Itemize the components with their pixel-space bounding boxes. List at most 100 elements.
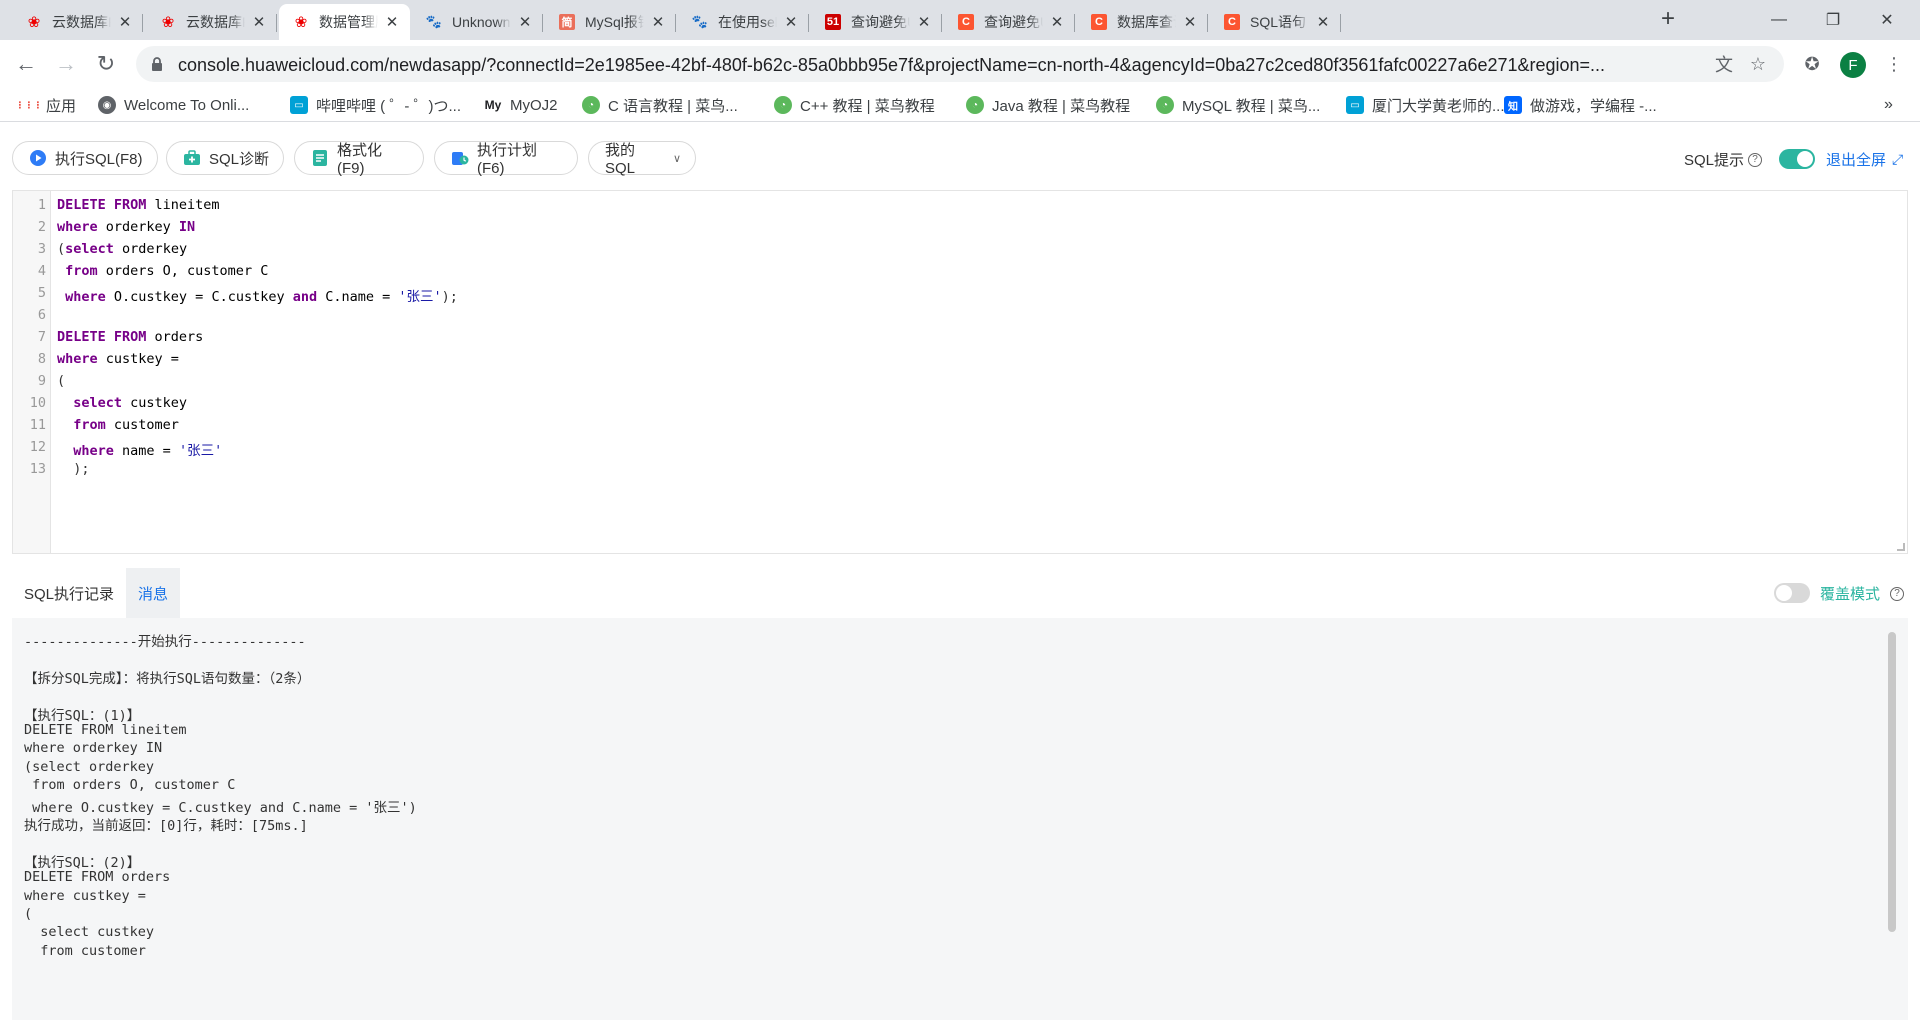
- profile-avatar[interactable]: F: [1840, 52, 1866, 78]
- tab-title: 查询避免Un: [851, 14, 910, 30]
- code-token: from: [57, 263, 98, 279]
- close-icon[interactable]: ✕: [1315, 14, 1331, 31]
- runoob-icon: ◔: [582, 96, 600, 114]
- message-line: 【执行SQL：(1)】: [24, 707, 141, 724]
- extensions-icon[interactable]: ✪: [1800, 52, 1824, 76]
- tab-execution-history[interactable]: SQL执行记录: [12, 568, 126, 618]
- bookmark-label: Welcome To Onli...: [124, 96, 250, 114]
- code-token: orders O, customer C: [97, 263, 269, 279]
- close-window-button[interactable]: ✕: [1864, 0, 1910, 40]
- scrollbar[interactable]: [1888, 632, 1896, 932]
- bookmark-label: 做游戏，学编程 -...: [1530, 97, 1657, 115]
- bilibili-icon: ▭: [1346, 96, 1364, 114]
- csdn-icon: C: [1091, 14, 1107, 30]
- collapse-arrows-icon: ⤢: [1892, 151, 1904, 167]
- bookmark-item[interactable]: 知做游戏，学编程 -...: [1504, 94, 1657, 116]
- sql-editor[interactable]: 1 2 3 4 5 6 7 8 9 10 11 12 13 DELETE FROM lineitem wh…: [12, 190, 1908, 554]
- bookmark-item[interactable]: My MyOJ2: [484, 94, 558, 116]
- bookmark-item[interactable]: ◔ C 语言教程 | 菜鸟...: [582, 94, 738, 116]
- back-icon[interactable]: ←: [10, 48, 42, 80]
- tab-separator: [142, 14, 143, 32]
- code-line: select custkey: [57, 395, 187, 411]
- tab-separator: [941, 14, 942, 32]
- tab-title: 数据管理服务: [319, 14, 378, 30]
- line-number: 3: [37, 241, 46, 257]
- line-number: 10: [29, 395, 46, 411]
- message-line: (: [24, 906, 33, 922]
- code-line: );: [57, 461, 89, 477]
- code-token: O.custkey = C.custkey: [105, 289, 293, 305]
- close-icon[interactable]: ✕: [117, 14, 133, 31]
- browser-tab[interactable]: ❀ 云数据库RDS ✕: [12, 4, 143, 40]
- close-icon[interactable]: ✕: [251, 14, 267, 31]
- close-icon[interactable]: ✕: [916, 14, 932, 31]
- browser-tab[interactable]: C 数据库查询 ✕: [1077, 4, 1208, 40]
- my-sql-dropdown[interactable]: 我的SQL ∨: [588, 141, 696, 177]
- code-token: '张三': [398, 289, 442, 305]
- runoob-icon: ◔: [966, 96, 984, 114]
- line-number: 8: [37, 351, 46, 367]
- close-icon[interactable]: ✕: [1182, 14, 1198, 31]
- code-token: where: [57, 289, 106, 305]
- bookmark-item[interactable]: ▭ 厦门大学黄老师的...: [1346, 94, 1505, 116]
- new-tab-button[interactable]: +: [1654, 6, 1682, 34]
- bookmarks-overflow-button[interactable]: »: [1884, 94, 1893, 116]
- browser-tab[interactable]: C 查询避免Un ✕: [944, 4, 1075, 40]
- close-icon[interactable]: ✕: [1049, 14, 1065, 31]
- minimize-button[interactable]: —: [1756, 0, 1802, 40]
- menu-kebab-icon[interactable]: ⋮: [1882, 52, 1906, 76]
- line-number: 12: [29, 439, 46, 455]
- bookmark-item[interactable]: ◔ C++ 教程 | 菜鸟教程: [774, 94, 935, 116]
- huawei-icon: ❀: [161, 14, 175, 31]
- bookmark-item[interactable]: ⋮⋮⋮ 应用: [16, 94, 77, 116]
- execution-plan-button[interactable]: 执行计划(F6): [434, 141, 578, 177]
- translate-icon[interactable]: 文: [1712, 52, 1736, 76]
- cover-mode-toggle[interactable]: [1774, 583, 1810, 603]
- tab-separator: [808, 14, 809, 32]
- browser-tab[interactable]: 简 MySql报错 ✕: [545, 4, 676, 40]
- sql-diagnose-button[interactable]: SQL诊断: [166, 141, 284, 175]
- browser-tab[interactable]: ❀ 云数据库RDS ✕: [146, 4, 277, 40]
- browser-tab[interactable]: 🐾 Unknown column ✕: [412, 4, 543, 40]
- browser-tab[interactable]: C SQL语句（三 ✕: [1210, 4, 1341, 40]
- tab-separator: [276, 14, 277, 32]
- csdn-icon: C: [1224, 14, 1240, 30]
- format-doc-icon: [311, 149, 329, 167]
- help-icon[interactable]: ?: [1890, 586, 1905, 601]
- message-line: where O.custkey = C.custkey and C.name =…: [24, 799, 417, 816]
- reload-icon[interactable]: ↻: [90, 48, 122, 80]
- bookmark-item[interactable]: ◉ Welcome To Onli...: [98, 94, 249, 116]
- help-icon[interactable]: ?: [1748, 152, 1763, 167]
- restore-button[interactable]: ❐: [1810, 0, 1856, 40]
- line-number: 7: [37, 329, 46, 345]
- close-icon[interactable]: ✕: [517, 14, 533, 31]
- tab-title: 云数据库RDS: [186, 14, 245, 30]
- bookmark-item[interactable]: ◔ Java 教程 | 菜鸟教程: [966, 94, 1130, 116]
- execute-sql-label: 执行SQL(F8): [55, 150, 143, 168]
- close-icon[interactable]: ✕: [650, 14, 666, 31]
- my-sql-label: 我的SQL: [605, 142, 636, 177]
- format-button[interactable]: 格式化(F9): [294, 141, 424, 177]
- browser-tab[interactable]: 🐾 在使用select ✕: [678, 4, 809, 40]
- tab-messages[interactable]: 消息: [126, 568, 181, 618]
- execute-sql-button[interactable]: 执行SQL(F8): [12, 141, 158, 175]
- message-line: 【执行SQL：(2)】: [24, 854, 141, 871]
- bookmark-item[interactable]: ◔ MySQL 教程 | 菜鸟...: [1156, 94, 1320, 116]
- sql-hint-toggle[interactable]: [1779, 149, 1815, 169]
- resize-handle-icon[interactable]: [1897, 543, 1905, 551]
- zhihu-icon: 知: [1504, 96, 1522, 114]
- tab-title: 在使用select: [718, 14, 777, 30]
- browser-tab[interactable]: 51 查询避免Un ✕: [811, 4, 942, 40]
- bookmark-star-icon[interactable]: ☆: [1746, 52, 1770, 76]
- bookmark-label: 哔哩哔哩 ( ゜- ゜)つ...: [316, 97, 461, 115]
- bookmark-item[interactable]: ▭ 哔哩哔哩 ( ゜- ゜)つ...: [290, 94, 461, 116]
- close-icon[interactable]: ✕: [783, 14, 799, 31]
- address-bar[interactable]: console.huaweicloud.com/newdasapp/?conne…: [136, 46, 1784, 82]
- code-token: custkey =: [97, 351, 179, 367]
- browser-tab[interactable]: ❀ 数据管理服务 ✕: [279, 4, 410, 40]
- exit-fullscreen-button[interactable]: 退出全屏 ⤢: [1826, 149, 1903, 170]
- runoob-icon: ◔: [774, 96, 792, 114]
- close-icon[interactable]: ✕: [384, 14, 400, 31]
- forward-icon[interactable]: →: [50, 48, 82, 80]
- medkit-icon: [183, 149, 201, 167]
